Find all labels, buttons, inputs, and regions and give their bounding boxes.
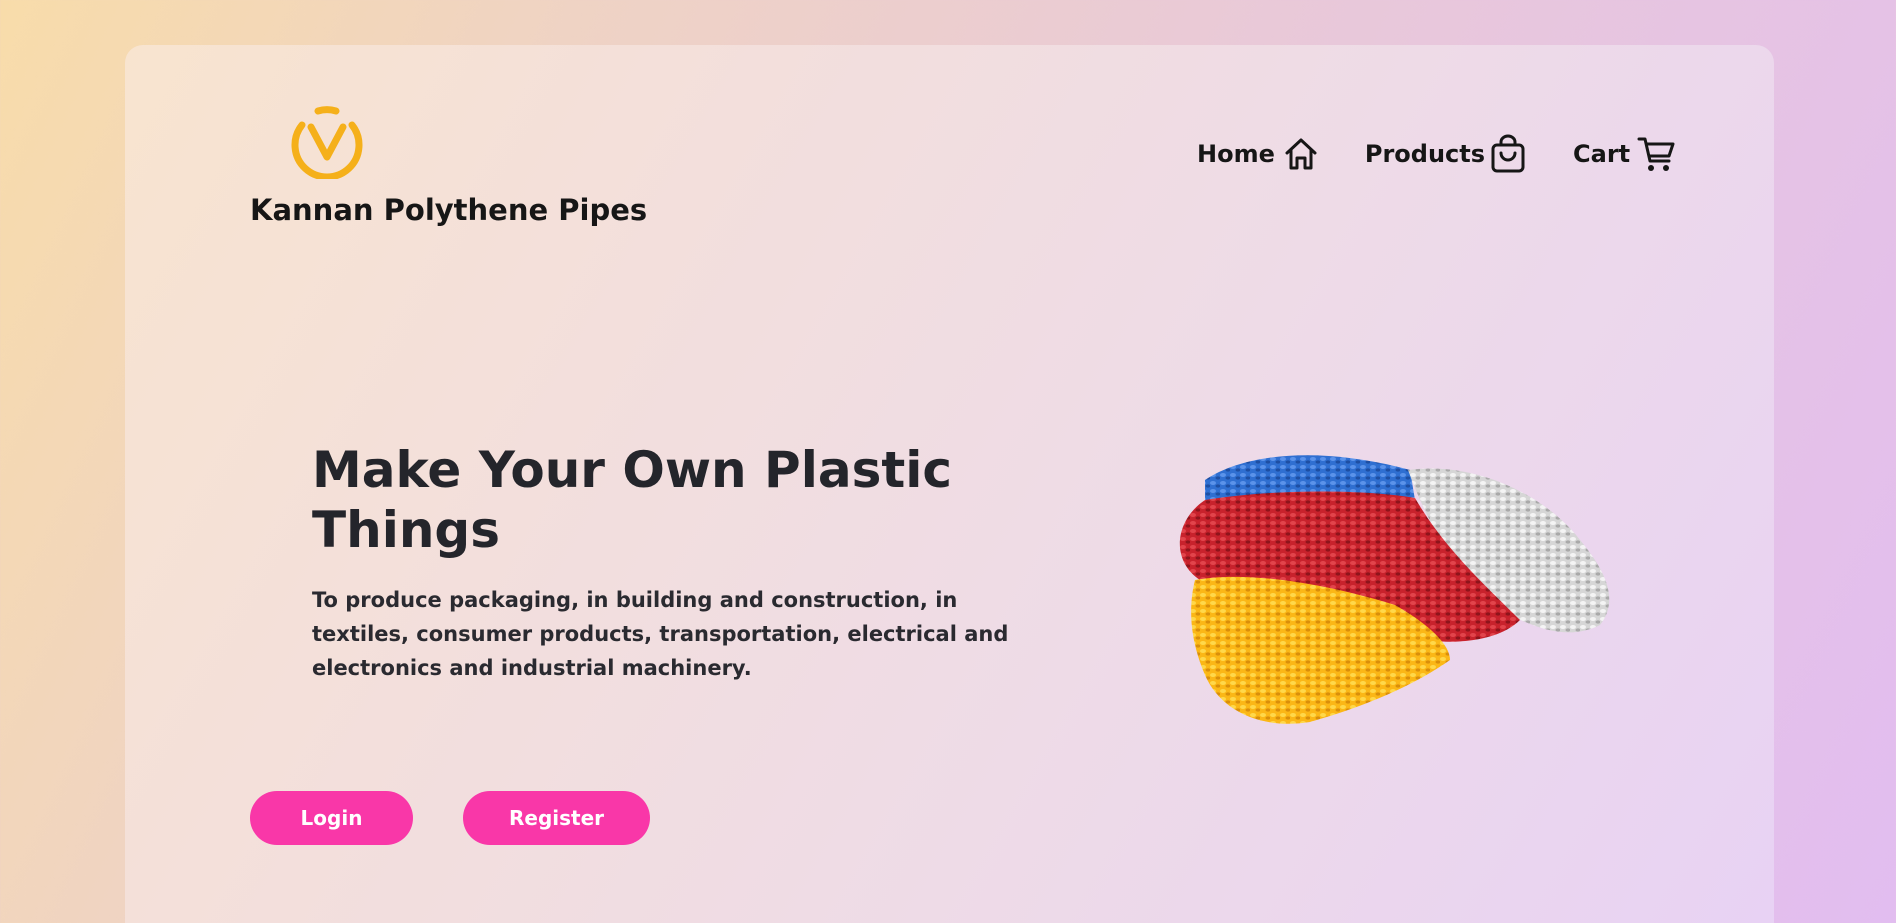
nav-cart[interactable]: Cart — [1573, 134, 1676, 174]
nav-home-label: Home — [1197, 140, 1275, 168]
cart-icon — [1637, 137, 1675, 171]
home-icon — [1285, 138, 1317, 170]
plastic-pellets-image — [1179, 455, 1610, 724]
nav-cart-label: Cart — [1573, 140, 1631, 168]
hero-title: Make Your Own Plastic Things — [312, 441, 953, 559]
login-button[interactable]: Login — [250, 791, 413, 845]
register-button[interactable]: Register — [463, 791, 650, 845]
nav-home[interactable]: Home — [1197, 136, 1319, 172]
nav-products-label: Products — [1364, 140, 1486, 168]
top-nav: Home Products Cart — [1197, 134, 1676, 174]
hero-description: To produce packaging, in building and co… — [312, 588, 1009, 680]
v-circle-logo-icon — [291, 106, 363, 179]
nav-products[interactable]: Products — [1365, 134, 1527, 174]
shopping-bag-icon — [1491, 134, 1525, 173]
brand-name: Kannan Polythene Pipes — [250, 193, 648, 227]
